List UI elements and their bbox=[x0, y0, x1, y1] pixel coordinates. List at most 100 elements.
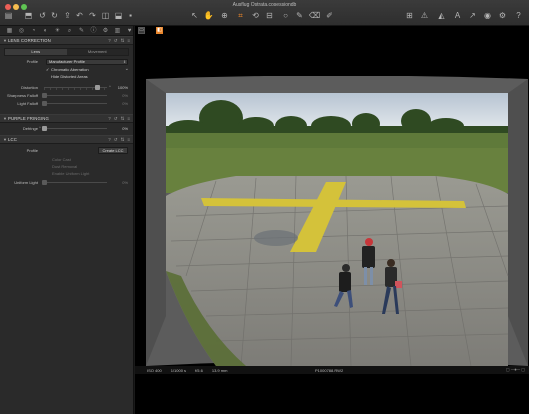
text-icon[interactable]: A bbox=[453, 11, 462, 20]
copy-icon[interactable]: ⇅ bbox=[121, 38, 125, 44]
help-icon[interactable]: ? bbox=[108, 38, 111, 44]
tab-movement[interactable]: Movement bbox=[66, 49, 128, 55]
crop-tool-icon[interactable]: ⌗ bbox=[236, 11, 245, 20]
defringe-toggle-icon[interactable]: ▫ bbox=[39, 125, 41, 132]
library-tab-icon[interactable]: ▦ bbox=[6, 27, 13, 35]
slider-mode-icon[interactable]: ▫ bbox=[109, 84, 111, 91]
reset-icon[interactable]: ↷ bbox=[88, 11, 97, 20]
copy-icon[interactable]: ⇅ bbox=[121, 116, 125, 122]
exposure-tab-icon[interactable]: ☀ bbox=[54, 27, 61, 35]
profile-select[interactable]: Manufacturer Profile ⇕ bbox=[46, 58, 128, 65]
tab-lens[interactable]: Lens bbox=[5, 49, 67, 55]
hide-distorted-row: Hide Distorted Areas bbox=[0, 73, 133, 80]
copy-adjustments-icon[interactable]: ⇪ bbox=[63, 11, 72, 20]
sharpness-falloff-label: Sharpness Falloff bbox=[6, 93, 38, 98]
lens-correction-header[interactable]: ▼ LENS CORRECTION ? ↺ ⇅ ≡ bbox=[0, 36, 133, 45]
grid-icon[interactable]: ⊞ bbox=[405, 11, 414, 20]
batch-tab-icon[interactable]: ▥ bbox=[114, 27, 121, 35]
purple-fringing-body: Defringe ▫ 0% bbox=[0, 123, 133, 135]
dust-removal-option[interactable]: Dust Removal bbox=[52, 163, 77, 170]
crop-icon[interactable]: ◫ bbox=[101, 11, 110, 20]
chevron-icon[interactable]: ⌄ bbox=[125, 66, 129, 73]
rotate-tool-icon[interactable]: ⟲ bbox=[251, 11, 260, 20]
select-cursor-icon[interactable]: ↖ bbox=[190, 11, 199, 20]
distortion-row: Distortion ▫ 100% bbox=[0, 84, 133, 91]
copy-icon[interactable]: ⇅ bbox=[121, 137, 125, 143]
reset-icon[interactable]: ↺ bbox=[114, 137, 118, 143]
detail-tab-icon[interactable]: ⌕ bbox=[66, 27, 73, 35]
light-falloff-slider[interactable] bbox=[41, 100, 107, 107]
light-falloff-value[interactable]: 0% bbox=[122, 100, 128, 107]
single-view-icon[interactable]: ▭ bbox=[138, 27, 145, 34]
output-tab-icon[interactable]: ⚙ bbox=[102, 27, 109, 35]
export-menu-icon[interactable]: ▪ bbox=[126, 11, 135, 20]
settings-icon[interactable]: ⚙ bbox=[498, 11, 507, 20]
file-name: P1000788.RW2 bbox=[315, 367, 344, 373]
multi-view-icon[interactable]: ◧ bbox=[156, 27, 163, 34]
lens-tab-icon[interactable]: ◔ bbox=[30, 27, 37, 35]
color-cast-row: Color Cast bbox=[0, 156, 133, 163]
dust-removal-row: Dust Removal bbox=[0, 163, 133, 170]
photo-preview[interactable] bbox=[146, 76, 528, 366]
help-icon[interactable]: ? bbox=[514, 11, 523, 20]
chromatic-aberration-option[interactable]: ✓ Chromatic Aberration bbox=[46, 66, 89, 73]
defringe-knob[interactable] bbox=[41, 126, 47, 131]
more-icon[interactable]: ≡ bbox=[127, 38, 130, 44]
uniform-light-knob[interactable] bbox=[41, 180, 47, 185]
warning-icon[interactable]: ⚠ bbox=[420, 11, 429, 20]
proof-icon[interactable]: ◉ bbox=[483, 11, 492, 20]
lcc-body: Profile Create LCC Color Cast Dust Remov… bbox=[0, 144, 133, 194]
defringe-label: Defringe bbox=[22, 126, 38, 131]
help-icon[interactable]: ? bbox=[108, 116, 111, 122]
uniform-light-slider[interactable] bbox=[41, 179, 107, 186]
zoom-icon[interactable]: ⊕ bbox=[220, 11, 229, 20]
metadata-tab-icon[interactable]: ⓘ bbox=[90, 27, 97, 35]
reset-icon[interactable]: ↺ bbox=[114, 116, 118, 122]
exposure-warning-icon[interactable]: ◭ bbox=[437, 11, 446, 20]
capture-tab-icon[interactable]: ◎ bbox=[18, 27, 25, 35]
color-tab-icon[interactable]: ◐ bbox=[42, 27, 49, 35]
rotate-left-icon[interactable]: ↺ bbox=[38, 11, 47, 20]
light-knob[interactable] bbox=[41, 101, 47, 106]
distortion-value[interactable]: 100% bbox=[118, 84, 128, 91]
favorites-tab-icon[interactable]: ♥ bbox=[126, 27, 133, 35]
more-icon[interactable]: ≡ bbox=[127, 137, 130, 143]
distortion-slider-knob[interactable] bbox=[95, 85, 101, 90]
more-icon[interactable]: ≡ bbox=[127, 116, 130, 122]
spot-remove-icon[interactable]: ○ bbox=[281, 11, 290, 20]
defringe-row: Defringe ▫ 0% bbox=[0, 125, 133, 132]
iso-value: ISO 400 bbox=[147, 367, 162, 373]
lens-correction-body: Profile Manufacturer Profile ⇕ ✓ Chromati… bbox=[0, 56, 133, 114]
enable-uniform-light-option[interactable]: Enable Uniform Light bbox=[52, 170, 89, 177]
zoom-controls-icon[interactable]: ◻ ─●─ ◻ bbox=[506, 367, 525, 373]
profile-row: Profile Manufacturer Profile ⇕ bbox=[0, 58, 133, 65]
hide-distorted-option[interactable]: Hide Distorted Areas bbox=[46, 73, 88, 80]
defringe-slider[interactable] bbox=[41, 125, 107, 132]
keystone-icon[interactable]: ⊟ bbox=[265, 11, 274, 20]
lcc-header[interactable]: ▼ LCC ? ↺ ⇅ ≡ bbox=[0, 135, 133, 144]
library-icon[interactable]: ▤ bbox=[4, 11, 13, 20]
adjust-tab-icon[interactable]: ✎ bbox=[78, 27, 85, 35]
section-title: LCC bbox=[8, 137, 17, 142]
rotate-right-icon[interactable]: ↻ bbox=[50, 11, 59, 20]
eraser-icon[interactable]: ⌫ bbox=[309, 11, 320, 20]
uniform-light-value[interactable]: 0% bbox=[122, 179, 128, 186]
export-icon[interactable]: ⬓ bbox=[114, 11, 123, 20]
reset-icon[interactable]: ↺ bbox=[114, 38, 118, 44]
distortion-slider[interactable] bbox=[44, 84, 107, 91]
sharpness-falloff-value[interactable]: 0% bbox=[122, 92, 128, 99]
purple-fringing-header[interactable]: ▼ PURPLE FRINGING ? ↺ ⇅ ≡ bbox=[0, 114, 133, 123]
help-icon[interactable]: ? bbox=[108, 137, 111, 143]
brush-icon[interactable]: ✎ bbox=[295, 11, 304, 20]
color-cast-option[interactable]: Color Cast bbox=[52, 156, 71, 163]
cursor-icon[interactable]: ↗ bbox=[468, 11, 477, 20]
defringe-value[interactable]: 0% bbox=[122, 125, 128, 132]
undo-icon[interactable]: ↶ bbox=[75, 11, 84, 20]
create-lcc-button[interactable]: Create LCC bbox=[98, 147, 128, 154]
tool-sidebar: ▦ ◎ ◔ ◐ ☀ ⌕ ✎ ⓘ ⚙ ▥ ♥ ▼ LENS CORRECTION … bbox=[0, 26, 134, 414]
import-icon[interactable]: ⬒ bbox=[24, 11, 33, 20]
pan-icon[interactable]: ✋ bbox=[204, 11, 214, 20]
sharpness-falloff-slider[interactable] bbox=[41, 92, 107, 99]
sharpness-knob[interactable] bbox=[41, 93, 47, 98]
picker-icon[interactable]: ✐ bbox=[325, 11, 334, 20]
